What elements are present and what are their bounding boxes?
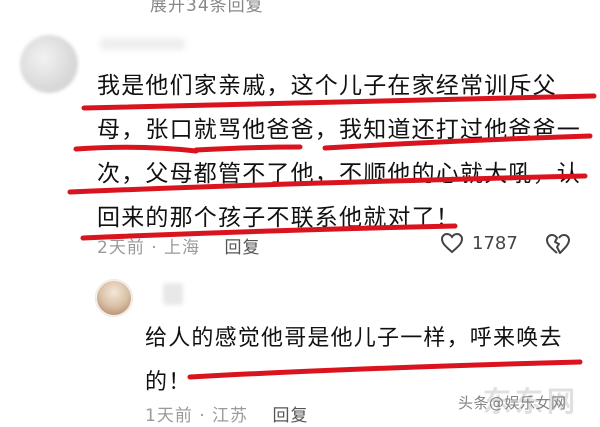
- reply-location: 江苏: [212, 406, 249, 426]
- broken-heart-icon: [546, 234, 570, 254]
- comment-meta: 2天前 · 上海 回复: [97, 233, 260, 258]
- reply-button[interactable]: 回复: [224, 238, 260, 258]
- comment-time: 2天前: [97, 238, 145, 258]
- dislike-button[interactable]: [545, 233, 571, 259]
- like-count: 1787: [472, 232, 518, 254]
- comment-line: 我是他们家亲戚，这个儿子在家经常训斥父: [97, 73, 557, 99]
- reply-meta: 1天前 · 江苏 回复: [145, 401, 308, 426]
- reply-avatar[interactable]: [95, 279, 133, 317]
- reply-time: 1天前: [145, 406, 193, 426]
- reply-line: 给人的感觉他哥是他儿子一样，呼来唤去: [145, 326, 563, 351]
- reply-username-blurred[interactable]: [163, 283, 183, 305]
- avatar[interactable]: [20, 35, 78, 93]
- dot-separator: ·: [199, 406, 206, 426]
- comment-body: 我是他们家亲戚，这个儿子在家经常训斥父 母，张口就骂他爸爸，我知道还打过他爸爸一…: [97, 64, 589, 240]
- username-blurred[interactable]: [100, 38, 185, 50]
- like-button[interactable]: 1787: [440, 232, 518, 254]
- comment-location: 上海: [164, 238, 201, 258]
- comment-line: 母，张口就骂他爸爸，我知道还打过他爸爸一: [97, 117, 581, 143]
- expand-replies-partial[interactable]: 展开34条回复: [150, 0, 264, 16]
- watermark-text: 头条@娱乐女网: [458, 394, 567, 412]
- reply-reply-button[interactable]: 回复: [272, 406, 308, 426]
- dot-separator: ·: [151, 238, 158, 258]
- heart-outline-icon: [440, 232, 464, 254]
- comment-line: 次，父母都管不了他，不顺他的心就大吼，认: [97, 161, 581, 187]
